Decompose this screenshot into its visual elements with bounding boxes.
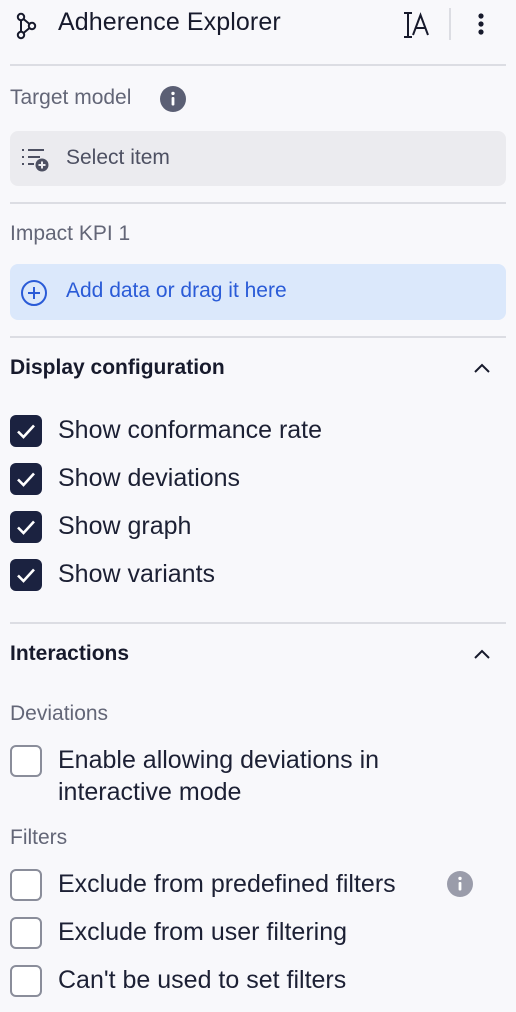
chevron-up-icon[interactable] bbox=[470, 357, 494, 381]
process-graph-icon bbox=[16, 12, 37, 40]
panel-header: Adherence Explorer bbox=[0, 0, 516, 48]
enable-deviations-label: Enable allowing deviations in interactiv… bbox=[58, 746, 380, 806]
divider bbox=[10, 622, 506, 624]
check-icon bbox=[17, 520, 35, 535]
exclude-user-filtering-label: Exclude from user filtering bbox=[58, 918, 348, 946]
more-vertical-icon[interactable] bbox=[466, 8, 496, 42]
info-icon[interactable] bbox=[447, 871, 473, 897]
divider bbox=[10, 202, 506, 204]
display-configuration-title[interactable]: Display configuration bbox=[10, 356, 225, 380]
show-graph-label: Show graph bbox=[58, 512, 192, 540]
list-add-icon bbox=[22, 149, 49, 172]
header-separator bbox=[449, 8, 451, 40]
plus-circle-icon bbox=[21, 280, 47, 306]
interactions-title[interactable]: Interactions bbox=[10, 642, 129, 666]
exclude-predefined-filters-checkbox[interactable] bbox=[10, 869, 42, 901]
check-icon bbox=[17, 472, 35, 487]
text-style-icon[interactable] bbox=[400, 8, 434, 42]
target-model-select[interactable]: Select item bbox=[10, 131, 506, 186]
show-variants-label: Show variants bbox=[58, 560, 216, 588]
page-title: Adherence Explorer bbox=[58, 8, 281, 36]
deviations-label: Deviations bbox=[10, 702, 109, 725]
add-data-label: Add data or drag it here bbox=[66, 279, 287, 302]
cannot-set-filters-label: Can't be used to set filters bbox=[58, 966, 347, 994]
divider bbox=[10, 336, 506, 338]
chevron-up-icon[interactable] bbox=[470, 643, 494, 667]
target-model-label: Target model bbox=[10, 86, 132, 109]
exclude-user-filtering-checkbox[interactable] bbox=[10, 917, 42, 949]
divider bbox=[10, 64, 506, 66]
show-conformance-rate-checkbox[interactable] bbox=[10, 415, 42, 447]
check-icon bbox=[17, 424, 35, 439]
show-variants-checkbox[interactable] bbox=[10, 559, 42, 591]
filters-label: Filters bbox=[10, 826, 68, 849]
add-data-dropzone[interactable]: Add data or drag it here bbox=[10, 264, 506, 320]
exclude-predefined-filters-label: Exclude from predefined filters bbox=[58, 870, 396, 898]
show-graph-checkbox[interactable] bbox=[10, 511, 42, 543]
select-placeholder: Select item bbox=[66, 146, 170, 169]
enable-deviations-checkbox[interactable] bbox=[10, 745, 42, 777]
show-deviations-checkbox[interactable] bbox=[10, 463, 42, 495]
show-deviations-label: Show deviations bbox=[58, 464, 241, 492]
cannot-set-filters-checkbox[interactable] bbox=[10, 965, 42, 997]
check-icon bbox=[17, 568, 35, 583]
show-conformance-rate-label: Show conformance rate bbox=[58, 416, 323, 444]
impact-kpi-label: Impact KPI 1 bbox=[10, 222, 131, 245]
info-icon[interactable] bbox=[160, 86, 186, 112]
